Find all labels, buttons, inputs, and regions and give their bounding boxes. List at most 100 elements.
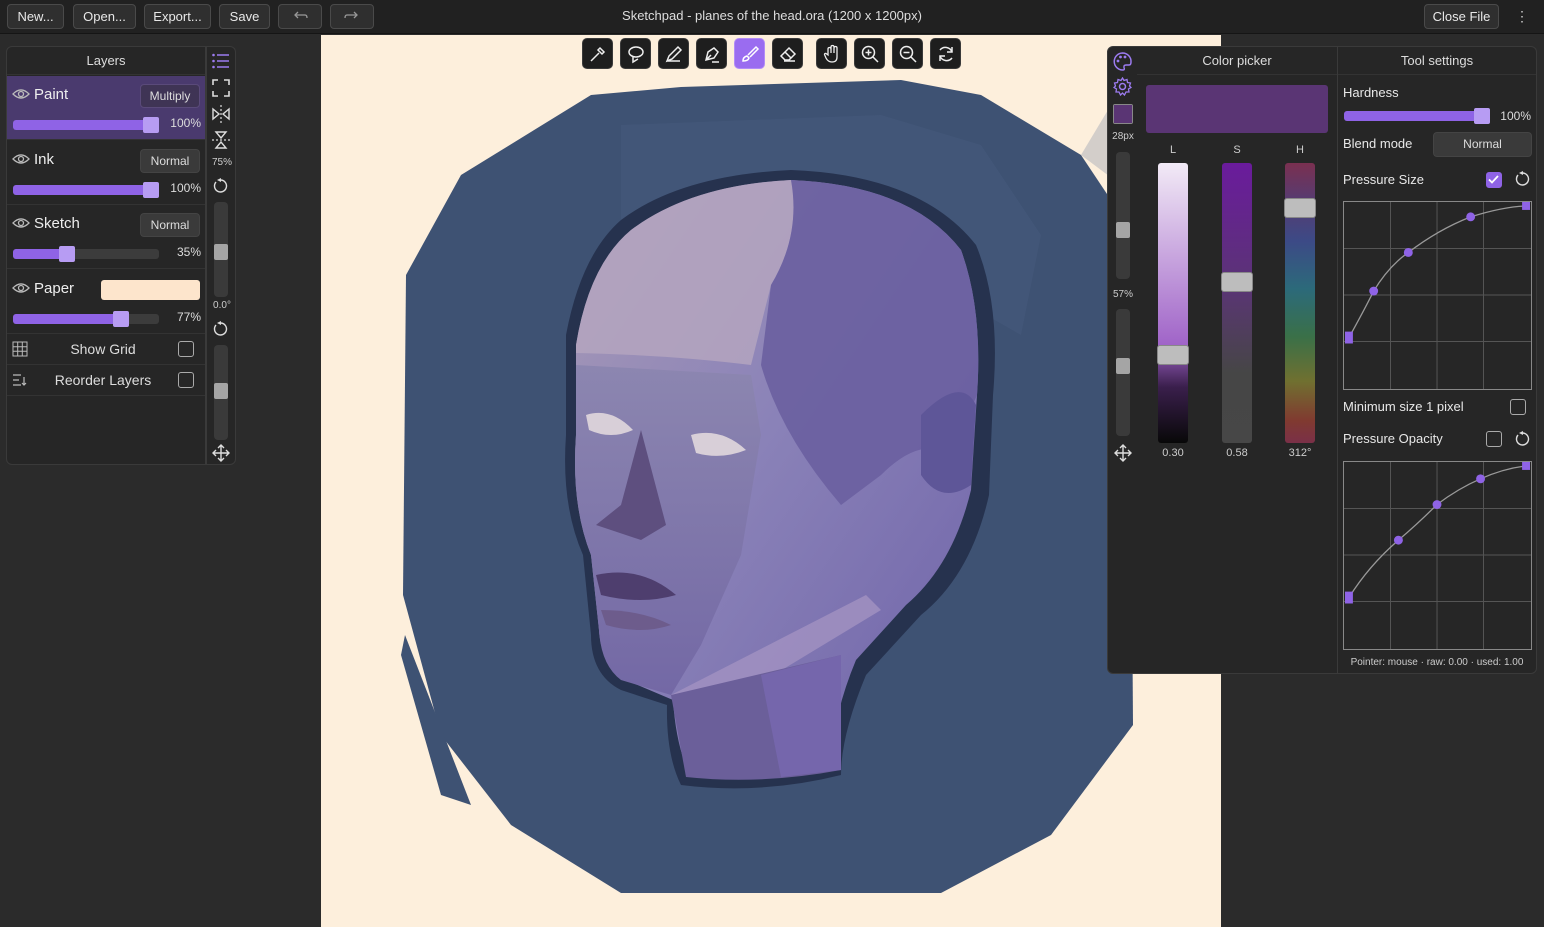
lightness-bar[interactable] [1157, 163, 1189, 443]
gear-icon[interactable] [1113, 77, 1132, 96]
layer-opacity-slider[interactable] [13, 182, 159, 198]
zoom-in-icon [861, 45, 879, 63]
layers-panel: Layers Paint Multiply 100% Ink Normal 10… [6, 46, 206, 465]
brush-opacity-value: 57% [1112, 289, 1133, 300]
eraser-tool[interactable] [772, 38, 803, 69]
tool-settings-panel: Tool settings Hardness 100% Blend mode N… [1337, 46, 1537, 674]
layer-opacity-slider[interactable] [13, 117, 159, 133]
layer-name: Ink [34, 151, 55, 168]
more-menu-icon[interactable]: ⋮ [1514, 8, 1530, 26]
rotation-value: 0.0° [213, 300, 231, 311]
layer-opacity-value: 100% [170, 181, 201, 195]
hardness-value: 100% [1500, 109, 1531, 123]
brush-controls-strip: 28px 57% [1107, 46, 1138, 674]
pressure-size-checkbox[interactable] [1486, 172, 1502, 188]
reorder-layers-checkbox[interactable] [178, 372, 194, 388]
saturation-thumb[interactable] [1221, 272, 1253, 293]
show-grid-row[interactable]: Show Grid [7, 334, 205, 365]
document-title: Sketchpad - planes of the head.ora (1200… [622, 8, 922, 23]
reset-pressure-opacity-icon[interactable] [1515, 431, 1531, 447]
paper-color-swatch[interactable] [101, 280, 200, 300]
blend-mode-select[interactable]: Multiply [140, 84, 200, 108]
pencil-tool[interactable] [658, 38, 689, 69]
blend-mode-select[interactable]: Normal [140, 149, 200, 173]
tool-settings-title: Tool settings [1338, 47, 1536, 75]
pressure-size-curve[interactable] [1343, 201, 1532, 390]
pointer-status: Pointer: mouse · raw: 0.00 · used: 1.00 [1350, 657, 1524, 668]
zoom-slider[interactable] [214, 202, 228, 297]
layer-opacity-slider[interactable] [13, 246, 159, 262]
flip-vertical-icon[interactable] [212, 131, 230, 149]
layer-paper[interactable]: Paper 77% [7, 270, 205, 334]
eyedropper-tool[interactable] [582, 38, 613, 69]
move-panel-icon[interactable] [212, 444, 230, 462]
pencil-icon [665, 45, 682, 62]
layers-list-icon[interactable] [212, 53, 230, 69]
show-grid-checkbox[interactable] [178, 341, 194, 357]
visibility-eye-icon[interactable] [12, 216, 30, 230]
zoom-out-tool[interactable] [892, 38, 923, 69]
zoom-in-tool[interactable] [854, 38, 885, 69]
color-picker-panel: Color picker L 0.30 S 0.58 H 312° [1137, 46, 1337, 674]
min-size-checkbox[interactable] [1510, 399, 1526, 415]
hue-bar[interactable] [1284, 163, 1316, 443]
current-color-swatch[interactable] [1113, 104, 1133, 124]
pen-tool[interactable] [696, 38, 727, 69]
palette-icon[interactable] [1113, 52, 1132, 71]
hardness-slider[interactable] [1344, 108, 1490, 124]
lightness-label: L [1169, 144, 1177, 156]
hue-label: H [1296, 144, 1304, 156]
pressure-opacity-checkbox[interactable] [1486, 431, 1502, 447]
layer-sketch[interactable]: Sketch Normal 35% [7, 205, 205, 269]
hue-thumb[interactable] [1284, 197, 1316, 218]
reset-pressure-size-icon[interactable] [1515, 171, 1531, 187]
saturation-bar[interactable] [1221, 163, 1253, 443]
lightness-thumb[interactable] [1157, 345, 1189, 365]
eyedropper-icon [589, 46, 605, 62]
color-preview [1146, 85, 1328, 133]
brush-opacity-slider[interactable] [1116, 309, 1130, 436]
visibility-eye-icon[interactable] [12, 152, 30, 166]
visibility-eye-icon[interactable] [12, 281, 30, 295]
brush-size-thumb[interactable] [1116, 222, 1130, 238]
brush-size-slider[interactable] [1116, 152, 1130, 279]
flip-horizontal-icon[interactable] [212, 105, 230, 123]
hardness-label: Hardness [1343, 85, 1399, 100]
layer-opacity-slider[interactable] [13, 311, 159, 327]
reset-zoom-icon[interactable] [213, 178, 229, 194]
pressure-size-label: Pressure Size [1343, 172, 1424, 187]
blend-mode-label: Blend mode [1343, 136, 1413, 151]
zoom-slider-thumb[interactable] [214, 244, 228, 260]
top-bar: New... Open... Export... Save Sketchpad … [0, 0, 1544, 34]
saturation-value: 0.58 [1226, 447, 1248, 459]
layer-opacity-value: 77% [176, 310, 201, 324]
pressure-opacity-curve[interactable] [1343, 461, 1532, 650]
brush-tool[interactable] [734, 38, 765, 69]
reorder-layers-row[interactable]: Reorder Layers [7, 365, 205, 396]
reset-view-tool[interactable] [930, 38, 961, 69]
layer-name: Paper [34, 280, 75, 297]
blend-mode-select[interactable]: Normal [140, 213, 200, 237]
lasso-tool[interactable] [620, 38, 651, 69]
color-picker-title: Color picker [1137, 47, 1337, 75]
eraser-icon [779, 46, 796, 62]
visibility-eye-icon[interactable] [12, 87, 30, 101]
blend-mode-select[interactable]: Normal [1433, 132, 1532, 157]
hand-tool[interactable] [816, 38, 847, 69]
rotation-slider[interactable] [214, 345, 228, 440]
layer-opacity-value: 100% [170, 116, 201, 130]
checkmark-icon [1488, 175, 1499, 184]
move-panel-icon[interactable] [1114, 444, 1132, 462]
layer-ink[interactable]: Ink Normal 100% [7, 141, 205, 205]
close-file-button[interactable]: Close File [1424, 4, 1499, 29]
brush-opacity-thumb[interactable] [1116, 358, 1130, 374]
painting-artwork [401, 80, 1133, 893]
reset-rotation-icon[interactable] [213, 321, 229, 337]
fit-screen-icon[interactable] [212, 79, 230, 97]
rotation-slider-thumb[interactable] [214, 383, 228, 399]
reset-view-icon [938, 46, 953, 61]
min-size-label: Minimum size 1 pixel [1343, 399, 1464, 414]
layer-paint[interactable]: Paint Multiply 100% [7, 76, 205, 140]
view-controls-strip: 75% 0.0° [206, 46, 236, 465]
drawing-canvas[interactable] [321, 35, 1221, 927]
